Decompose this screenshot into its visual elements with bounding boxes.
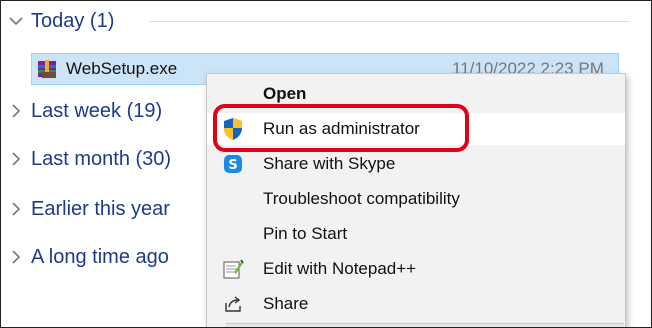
group-label: Last month (30) (31, 147, 172, 170)
blank-icon (217, 183, 249, 215)
menu-item-label: Share with Skype (263, 154, 396, 173)
group-label: A long time ago (31, 245, 169, 268)
group-header-last-month[interactable]: Last month (30) (1, 145, 171, 173)
skype-icon: S (217, 148, 249, 180)
menu-item-label: Share (263, 294, 309, 313)
group-label: Earlier this year (31, 197, 170, 220)
blank-icon (217, 78, 249, 110)
uac-shield-icon (217, 113, 249, 145)
group-label: Today (1) (31, 9, 115, 32)
menu-item-open[interactable]: Open (207, 78, 625, 110)
blank-icon (217, 218, 249, 250)
menu-item-share[interactable]: Share (207, 288, 625, 320)
file-name: WebSetup.exe (66, 59, 178, 78)
menu-item-label: Troubleshoot compatibility (263, 189, 460, 208)
menu-item-label: Run as administrator (263, 119, 420, 138)
group-header-last-week[interactable]: Last week (19) (1, 97, 162, 125)
menu-item-label: Edit with Notepad++ (263, 259, 417, 278)
file-explorer-pane: Today (1) WebSetup.exe 11/10/2022 2:23 P… (0, 0, 652, 328)
chevron-down-icon (1, 16, 31, 26)
menu-next-item-edge (226, 323, 624, 327)
menu-item-label: Pin to Start (263, 224, 348, 243)
group-label: Last week (19) (31, 99, 163, 122)
chevron-right-icon (1, 104, 31, 118)
group-header-today[interactable]: Today (1) (1, 7, 114, 35)
menu-item-share-with-skype[interactable]: S Share with Skype (207, 148, 625, 180)
menu-item-label: Open (263, 84, 307, 103)
winrar-exe-icon (36, 58, 60, 80)
menu-item-pin-to-start[interactable]: Pin to Start (207, 218, 625, 250)
chevron-right-icon (1, 152, 31, 166)
notepadpp-icon (217, 253, 249, 285)
chevron-right-icon (1, 202, 31, 216)
group-divider (149, 21, 629, 22)
svg-text:S: S (228, 158, 237, 173)
share-icon (217, 288, 249, 320)
menu-item-edit-with-notepadpp[interactable]: Edit with Notepad++ (207, 253, 625, 285)
group-header-long-time-ago[interactable]: A long time ago (1, 243, 169, 271)
group-header-earlier-this-year[interactable]: Earlier this year (1, 195, 170, 223)
chevron-right-icon (1, 250, 31, 264)
menu-item-troubleshoot-compatibility[interactable]: Troubleshoot compatibility (207, 183, 625, 215)
context-menu: Open Run as administrator S Share with S… (206, 73, 626, 327)
menu-item-run-as-administrator[interactable]: Run as administrator (207, 113, 625, 145)
